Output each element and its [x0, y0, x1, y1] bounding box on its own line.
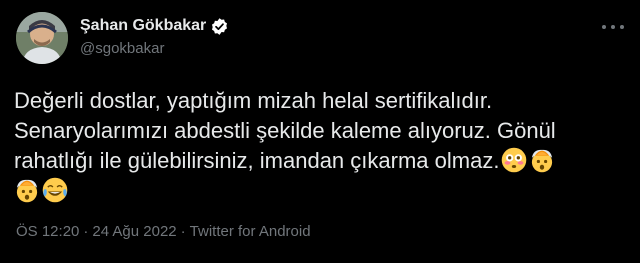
tweet-card: Şahan Gökbakar @sgokbakar Değerli dostla…: [0, 0, 640, 263]
more-dot-icon: [620, 25, 624, 29]
face-with-tears-of-joy-icon: [42, 177, 68, 203]
flushed-face-icon: [501, 147, 527, 173]
display-name-row: Şahan Gökbakar: [80, 16, 229, 36]
tweet-date: 24 Ağu 2022: [92, 223, 177, 240]
more-dot-icon: [611, 25, 615, 29]
author-names: Şahan Gökbakar @sgokbakar: [80, 16, 229, 59]
tweet-text-line: rahatlığı ile gülebilirsiniz, imandan çı…: [14, 148, 500, 173]
tweet-timestamp-link[interactable]: ÖS 12:20 · 24 Ağu 2022: [16, 223, 177, 240]
tweet-text-line-4: [14, 176, 626, 206]
tweet-source-link[interactable]: Twitter for Android: [190, 223, 311, 240]
exploding-head-icon: [14, 177, 40, 203]
tweet-text-line-3: rahatlığı ile gülebilirsiniz, imandan çı…: [14, 146, 626, 176]
tweet-text-line: Senaryolarımızı abdestli şekilde kaleme …: [14, 118, 556, 143]
avatar[interactable]: [16, 12, 68, 64]
more-dot-icon: [602, 25, 606, 29]
display-name[interactable]: Şahan Gökbakar: [80, 16, 206, 36]
meta-separator: ·: [83, 223, 89, 240]
verified-badge-icon: [210, 17, 229, 36]
exploding-head-icon: [529, 147, 555, 173]
author-handle[interactable]: @sgokbakar: [80, 39, 229, 59]
tweet-text-line: Değerli dostlar, yaptığım mizah helal se…: [14, 88, 493, 113]
avatar-image: [16, 12, 68, 64]
meta-separator: ·: [180, 223, 186, 240]
tweet-header: Şahan Gökbakar @sgokbakar: [14, 10, 626, 66]
tweet-meta: ÖS 12:20 · 24 Ağu 2022 · Twitter for Android: [16, 222, 311, 242]
more-options-button[interactable]: [602, 20, 624, 34]
tweet-text: Değerli dostlar, yaptığım mizah helal se…: [14, 86, 626, 206]
tweet-time: ÖS 12:20: [16, 223, 80, 240]
